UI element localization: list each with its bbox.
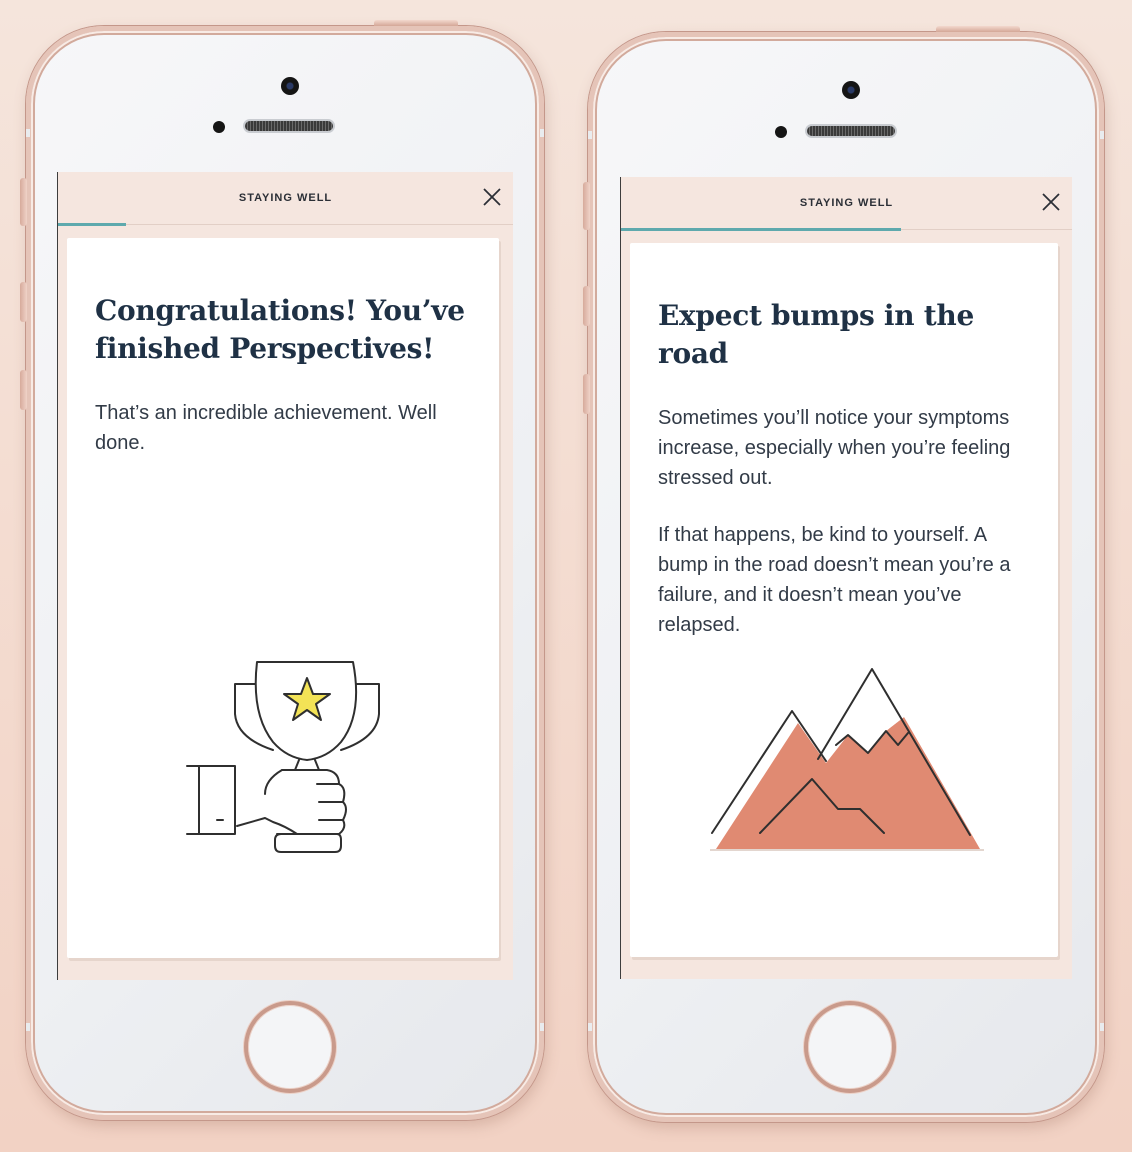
power-button[interactable] bbox=[936, 26, 1020, 32]
power-button[interactable] bbox=[374, 20, 458, 26]
lesson-header: STAYING WELL bbox=[58, 172, 513, 225]
lesson-header: STAYING WELL bbox=[621, 177, 1072, 230]
lesson-progress-fill bbox=[58, 223, 127, 226]
trophy-in-hand-icon bbox=[186, 661, 380, 853]
header-title: STAYING WELL bbox=[238, 192, 333, 204]
earpiece-speaker bbox=[243, 119, 335, 133]
screen-left: STAYING WELL Congratulations! You’ve fin… bbox=[57, 172, 513, 980]
close-button[interactable] bbox=[481, 186, 503, 208]
volume-up-button[interactable] bbox=[583, 286, 590, 326]
mute-switch[interactable] bbox=[20, 178, 27, 226]
front-camera bbox=[281, 77, 299, 95]
proximity-sensor bbox=[213, 121, 225, 133]
lesson-card: Expect bumps in the road Sometimes you’l… bbox=[630, 243, 1058, 957]
mute-switch[interactable] bbox=[583, 182, 590, 230]
front-camera bbox=[842, 81, 860, 99]
close-button[interactable] bbox=[1040, 191, 1062, 213]
card-paragraph: If that happens, be kind to yourself. A … bbox=[658, 524, 1011, 636]
header-title: STAYING WELL bbox=[799, 197, 894, 209]
card-title: Expect bumps in the road bbox=[658, 299, 974, 370]
volume-up-button[interactable] bbox=[20, 282, 27, 322]
card-paragraph: That’s an incredible achievement. Well d… bbox=[95, 402, 437, 454]
home-button[interactable] bbox=[804, 1001, 896, 1093]
volume-down-button[interactable] bbox=[20, 370, 27, 410]
mountains-icon bbox=[710, 668, 984, 851]
lesson-card: Congratulations! You’ve finished Perspec… bbox=[67, 238, 499, 958]
screen-right: STAYING WELL Expect bumps in the road So… bbox=[620, 177, 1072, 979]
close-icon bbox=[483, 188, 501, 206]
card-title: Congratulations! You’ve finished Perspec… bbox=[95, 294, 465, 365]
volume-down-button[interactable] bbox=[583, 374, 590, 414]
close-icon bbox=[1042, 193, 1060, 211]
lesson-progress-bar bbox=[58, 223, 513, 226]
lesson-progress-fill bbox=[621, 228, 901, 231]
lesson-progress-bar bbox=[621, 228, 1072, 231]
card-paragraph: Sometimes you’ll notice your symptoms in… bbox=[658, 407, 1011, 489]
home-button[interactable] bbox=[244, 1001, 336, 1093]
earpiece-speaker bbox=[805, 124, 897, 138]
proximity-sensor bbox=[775, 126, 787, 138]
